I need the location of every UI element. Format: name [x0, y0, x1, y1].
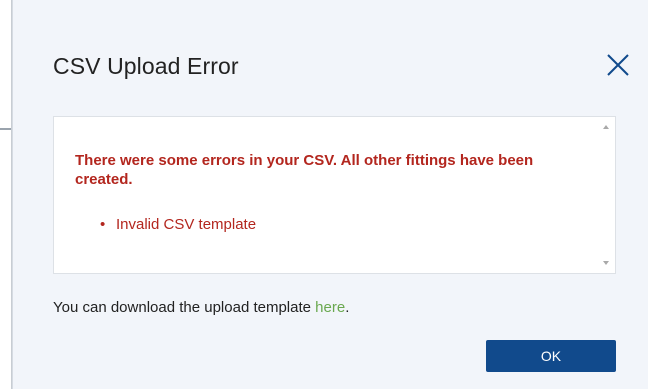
background-page-edge [0, 0, 12, 389]
ok-button[interactable]: OK [486, 340, 616, 372]
download-template-prefix: You can download the upload template [53, 299, 316, 316]
error-heading: There were some errors in your CSV. All … [75, 152, 534, 188]
background-page-marker [0, 128, 11, 130]
error-list-item: • Invalid CSV template [100, 215, 256, 235]
scroll-up-arrow-icon[interactable] [603, 125, 609, 129]
error-panel: There were some errors in your CSV. All … [53, 116, 616, 274]
download-template-text: You can download the upload template her… [53, 299, 349, 316]
download-template-link[interactable]: here [315, 299, 345, 316]
download-template-suffix: . [345, 299, 350, 316]
error-panel-scrollbar[interactable] [598, 117, 615, 273]
close-icon [607, 54, 629, 76]
csv-upload-error-dialog: CSV Upload Error There were some errors … [12, 0, 648, 389]
bullet-icon: • [100, 216, 106, 233]
error-list: • Invalid CSV template [100, 215, 256, 235]
error-item-text: Invalid CSV template [116, 216, 257, 233]
scroll-down-arrow-icon[interactable] [603, 261, 609, 265]
close-button[interactable] [605, 52, 631, 78]
dialog-title: CSV Upload Error [53, 53, 239, 79]
